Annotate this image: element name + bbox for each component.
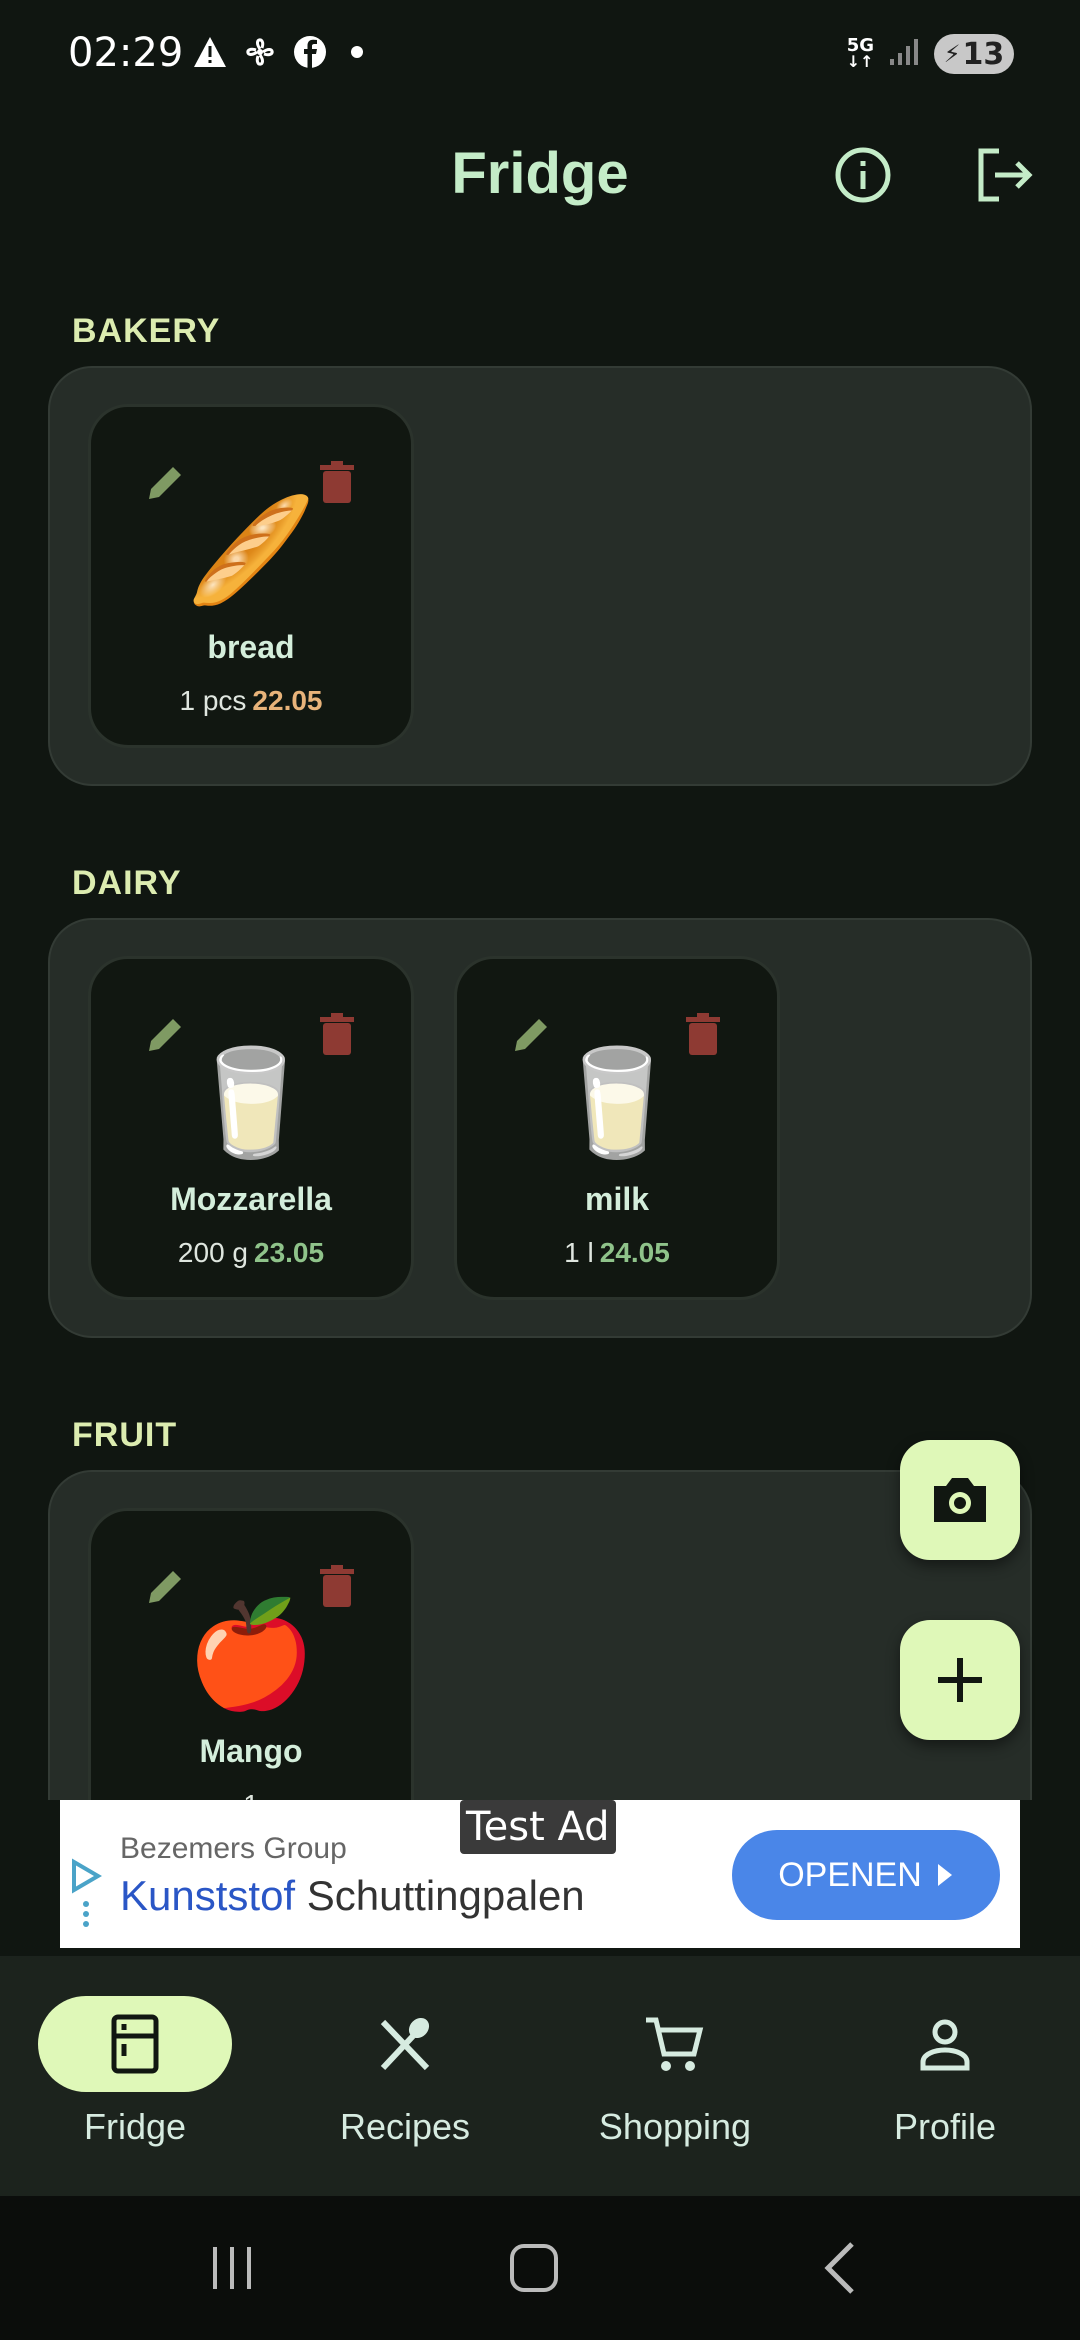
food-emoji: 🍎 [186, 1597, 316, 1713]
home-icon [510, 2244, 558, 2292]
camera-button[interactable] [900, 1440, 1020, 1560]
item-card-milk[interactable]: 🥛 milk 1 l 24.05 [454, 956, 780, 1300]
recent-apps-button[interactable] [192, 2236, 272, 2300]
nav-fridge-pill [38, 1996, 232, 2092]
ad-banner[interactable]: Bezemers Group Kunststof Schuttingpalen … [60, 1800, 1020, 1948]
item-card-bread[interactable]: 🥖 bread 1 pcs 22.05 [88, 404, 414, 748]
item-meta: 1 [91, 1789, 411, 1800]
plus-icon [938, 1658, 982, 1702]
item-quantity: 1 [243, 1789, 259, 1800]
item-expiry-date: 22.05 [252, 685, 323, 716]
nav-profile[interactable]: Profile [810, 1956, 1080, 2196]
utensils-icon [380, 2017, 430, 2071]
section-label-dairy: DAIRY [72, 864, 182, 902]
nav-label: Fridge [83, 2106, 187, 2147]
camera-icon [934, 1478, 986, 1522]
nav-label: Profile [893, 2106, 997, 2147]
item-meta: 1 pcs 22.05 [91, 685, 411, 717]
section-label-fruit: FRUIT [72, 1416, 178, 1454]
play-arrow-icon [937, 1864, 952, 1886]
item-name: Mozzarella [170, 1181, 332, 1217]
item-expiry-date: 24.05 [599, 1237, 670, 1268]
item-name: bread [207, 629, 295, 665]
fridge-icon [111, 2014, 159, 2074]
back-button[interactable] [800, 2236, 880, 2300]
test-ad-label: Test Ad [460, 1800, 616, 1854]
item-meta: 1 l 24.05 [457, 1237, 777, 1269]
nav-label: Shopping [598, 2106, 752, 2147]
ad-open-button[interactable]: OPENEN [732, 1830, 1000, 1920]
nav-fridge[interactable]: Fridge [0, 1956, 270, 2196]
item-name: Mango [199, 1733, 303, 1769]
food-emoji: 🥖 [186, 493, 316, 609]
ad-cta-label: OPENEN [778, 1855, 922, 1894]
nav-label: Recipes [339, 2106, 471, 2147]
ad-headline: Kunststof Schuttingpalen [120, 1872, 585, 1920]
ad-advertiser: Bezemers Group [120, 1832, 347, 1865]
cart-icon [646, 2017, 704, 2071]
food-emoji: 🥛 [186, 1045, 316, 1161]
item-meta: 200 g 23.05 [91, 1237, 411, 1269]
section-card-fruit: 🍎 Mango 1 [48, 1470, 1032, 1800]
item-expiry-date: 23.05 [254, 1237, 325, 1268]
add-item-button[interactable] [900, 1620, 1020, 1740]
ad-headline-rest: Schuttingpalen [306, 1872, 585, 1919]
nav-shopping[interactable]: Shopping [540, 1956, 810, 2196]
back-icon [824, 2242, 854, 2294]
system-navigation-bar [0, 2196, 1080, 2340]
bottom-navigation: Fridge Recipes Shopping Profile [0, 1956, 1080, 2196]
ad-headline-keyword: Kunststof [120, 1872, 296, 1919]
person-icon [920, 2019, 970, 2071]
food-emoji: 🥛 [552, 1045, 682, 1161]
home-button[interactable] [494, 2236, 574, 2300]
nav-profile-pill [848, 1996, 1042, 2092]
item-card-mango[interactable]: 🍎 Mango 1 [88, 1508, 414, 1800]
section-label-bakery: BAKERY [72, 312, 221, 350]
section-card-bakery: 🥖 bread 1 pcs 22.05 [48, 366, 1032, 786]
item-name: milk [584, 1181, 650, 1217]
nav-recipes[interactable]: Recipes [270, 1956, 540, 2196]
item-quantity: 1 l [564, 1237, 594, 1268]
recent-apps-icon [213, 2247, 251, 2289]
section-card-dairy: 🥛 Mozzarella 200 g 23.05 🥛 milk 1 l 24.05 [48, 918, 1032, 1338]
item-quantity: 1 pcs [179, 685, 247, 716]
item-quantity: 200 g [177, 1237, 248, 1268]
nav-shopping-pill [578, 1996, 772, 2092]
nav-recipes-pill [308, 1996, 502, 2092]
ad-logo-icon [66, 1856, 106, 1941]
item-card-mozzarella[interactable]: 🥛 Mozzarella 200 g 23.05 [88, 956, 414, 1300]
